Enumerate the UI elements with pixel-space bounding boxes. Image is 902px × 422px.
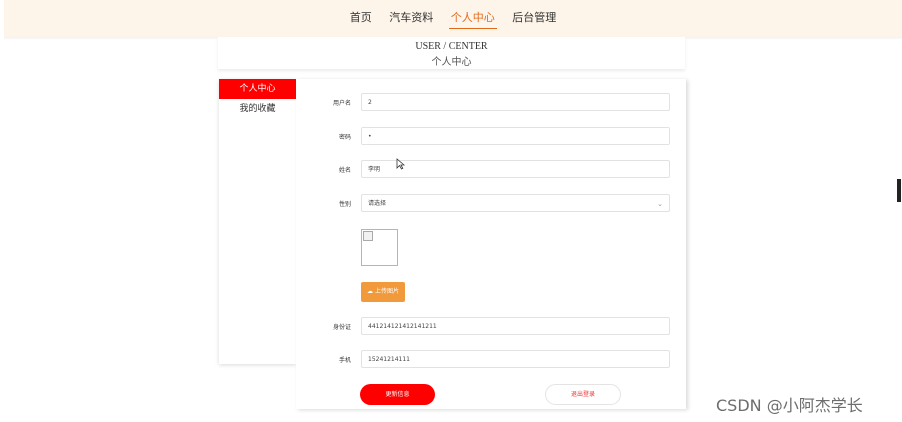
page-title-en: USER / CENTER [415,41,488,52]
name-row: 姓名 李明 [296,160,686,180]
chevron-down-icon: ⌄ [657,200,663,208]
update-info-button[interactable]: 更新信息 [360,384,435,405]
page-header: USER / CENTER 个人中心 [218,37,685,69]
gender-select[interactable]: 请选择 ⌄ [361,194,670,212]
nav-admin[interactable]: 后台管理 [510,9,558,28]
scroll-indicator [897,179,901,202]
name-label: 姓名 [338,167,351,174]
nav-home[interactable]: 首页 [348,9,374,28]
nav-user-center[interactable]: 个人中心 [448,9,497,29]
logout-button[interactable]: 退出登录 [545,384,621,405]
watermark: CSDN @小阿杰学长 [716,396,863,415]
avatar-preview [361,229,398,266]
username-label: 用户名 [332,100,351,107]
gender-select-value: 请选择 [368,200,387,207]
broken-image-icon [363,231,373,241]
name-field[interactable]: 李明 [361,160,670,178]
username-row: 用户名 2 [296,93,686,113]
phone-field[interactable]: 15241214111 [361,350,670,368]
password-row: 密码 • [296,127,686,147]
upload-image-button[interactable]: ☁ 上传图片 [361,282,405,302]
id-card-field[interactable]: 441214121412141211 [361,317,670,335]
upload-button-label: 上传图片 [374,288,399,295]
password-field[interactable]: • [361,127,670,145]
profile-form: 用户名 2 密码 • 姓名 李明 性别 请选择 ⌄ ☁ 上传图片 身份证 441… [296,79,686,409]
side-menu: 个人中心 我的收藏 [219,79,296,364]
phone-label: 手机 [338,357,351,364]
id-card-label: 身份证 [332,324,351,331]
top-navbar: 首页 汽车资料 个人中心 后台管理 [4,0,902,37]
mouse-cursor-icon [396,158,405,170]
gender-label: 性别 [338,201,351,208]
cloud-upload-icon: ☁ [367,288,374,295]
side-menu-user-center[interactable]: 个人中心 [219,79,296,99]
id-card-row: 身份证 441214121412141211 [296,317,686,337]
gender-row: 性别 请选择 ⌄ [296,194,686,214]
main-nav: 首页 汽车资料 个人中心 后台管理 [4,9,902,29]
side-menu-favorites[interactable]: 我的收藏 [219,99,296,119]
phone-row: 手机 15241214111 [296,350,686,370]
username-field[interactable]: 2 [361,93,670,111]
password-label: 密码 [338,134,351,141]
page-title-cn: 个人中心 [431,57,472,68]
nav-car-info[interactable]: 汽车资料 [387,9,435,28]
